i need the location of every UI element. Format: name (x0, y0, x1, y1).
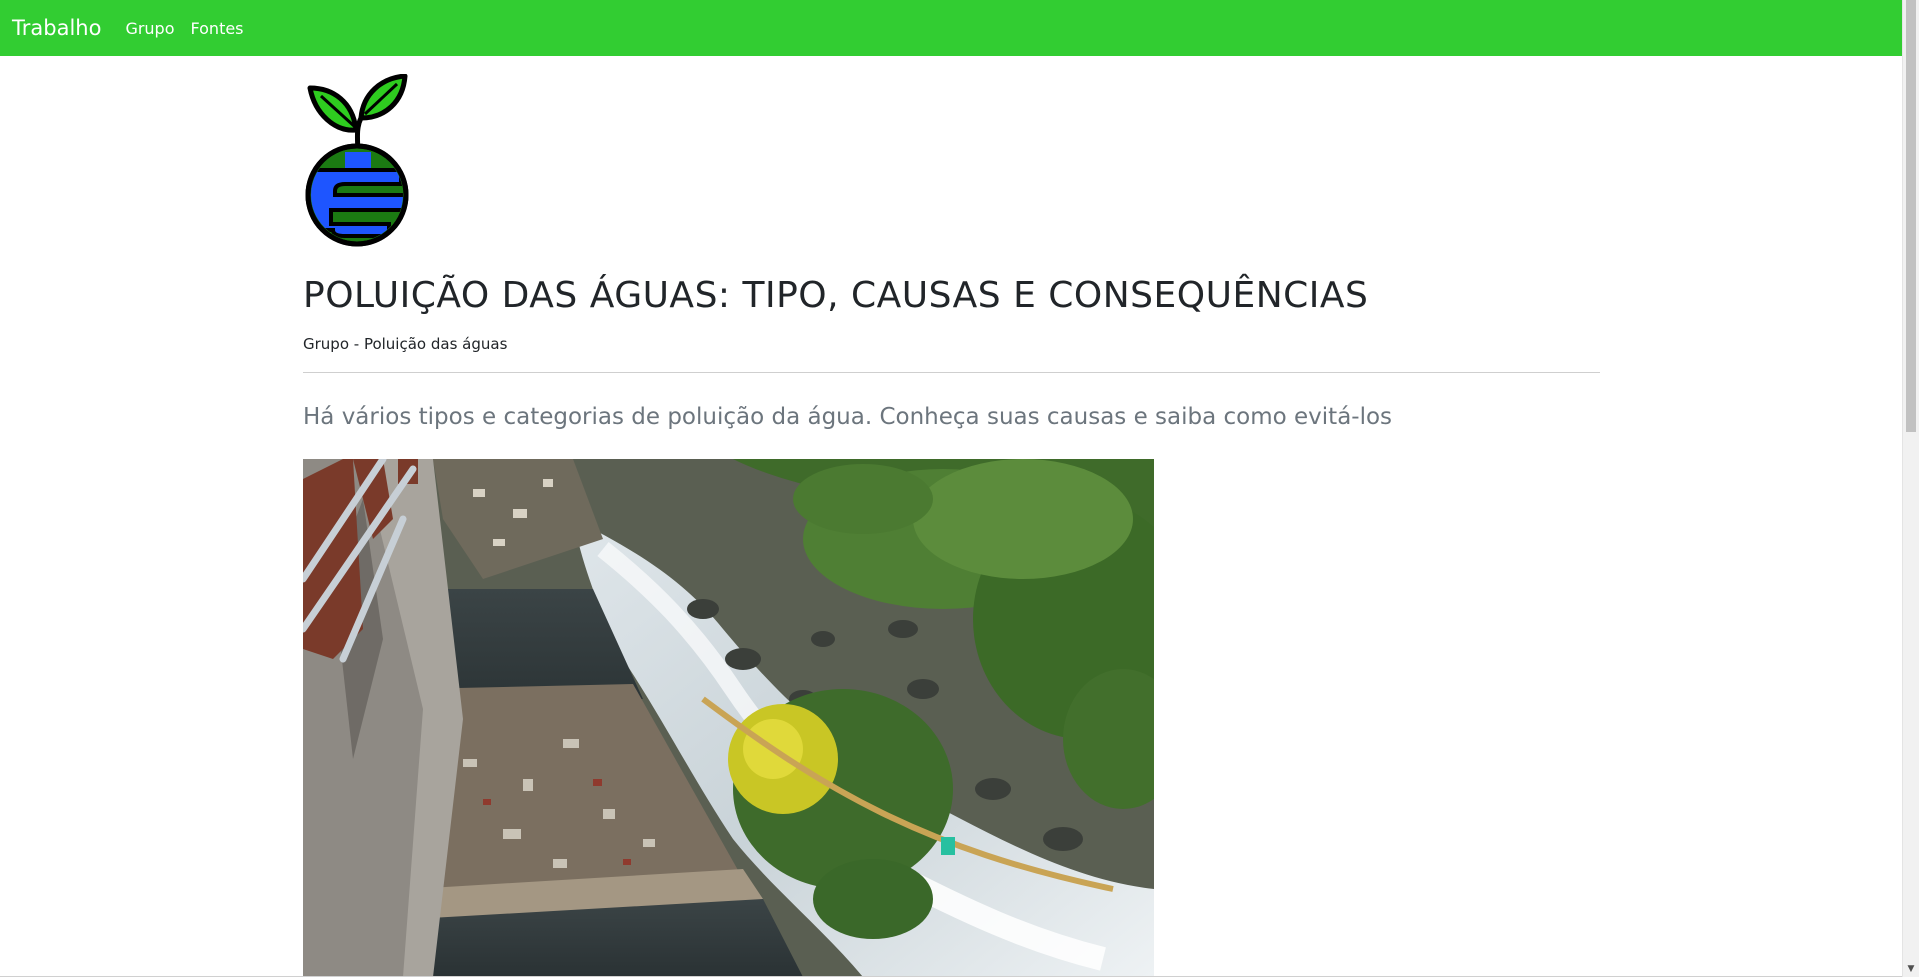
scrollbar-thumb[interactable] (1906, 0, 1916, 432)
nav-link-fontes[interactable]: Fontes (191, 19, 244, 38)
polluted-river-photo (303, 459, 1154, 977)
earth-sprout-icon (305, 74, 409, 247)
lead-paragraph: Há vários tipos e categorias de poluição… (303, 404, 1393, 430)
page-title: POLUIÇÃO DAS ÁGUAS: TIPO, CAUSAS E CONSE… (303, 275, 1369, 316)
navbar-brand[interactable]: Trabalho (12, 16, 101, 40)
scroll-down-arrow-icon[interactable]: ▼ (1903, 961, 1919, 977)
vertical-scrollbar[interactable]: ▼ (1902, 0, 1919, 977)
top-navbar: Trabalho Grupo Fontes (0, 0, 1902, 56)
nav-link-grupo[interactable]: Grupo (125, 19, 174, 38)
header-divider (303, 372, 1600, 373)
byline: Grupo - Poluição das águas (303, 335, 508, 353)
